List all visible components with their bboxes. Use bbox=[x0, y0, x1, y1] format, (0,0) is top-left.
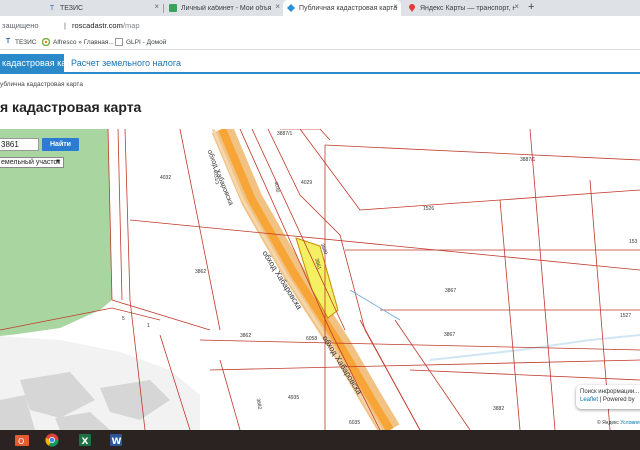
parcel-label: 1526 bbox=[423, 206, 435, 212]
bookmark-alfresco[interactable]: Alfresco » Главная... bbox=[41, 37, 114, 47]
popup-text: Поиск информации... bbox=[580, 389, 640, 395]
svg-text:X: X bbox=[82, 437, 89, 447]
parcel-label: 1527 bbox=[620, 313, 632, 319]
close-icon[interactable]: × bbox=[275, 2, 280, 11]
breadcrumb[interactable]: ублична кадастровая карта bbox=[0, 81, 83, 88]
tab-yandex-maps[interactable]: Яндекс Карты — транспорт, нав... × bbox=[404, 0, 522, 16]
parcel-label: 6035 bbox=[349, 420, 361, 426]
parcel-label: 6058 bbox=[306, 336, 318, 342]
bookmark-glpi[interactable]: GLPI - Домой bbox=[115, 38, 166, 46]
parcel-label: 5 bbox=[122, 316, 125, 322]
parcel-label: 3867 bbox=[444, 332, 456, 338]
page-title: я кадастровая карта bbox=[0, 99, 142, 115]
parcel-label: 3882 bbox=[493, 406, 505, 412]
find-button[interactable]: Найти bbox=[42, 138, 79, 151]
close-icon[interactable]: × bbox=[154, 2, 159, 11]
parcel-label: 3862 bbox=[240, 333, 252, 339]
tezis-icon: T bbox=[49, 4, 55, 12]
parcel-label: 3887/1 bbox=[520, 157, 536, 163]
cabinet-icon bbox=[169, 4, 177, 12]
security-status[interactable]: защищено bbox=[2, 21, 39, 30]
tab-cadastral-map[interactable]: Публичная кадастровая карта × bbox=[283, 0, 401, 16]
chevron-down-icon: ▼ bbox=[55, 159, 61, 165]
new-tab-button[interactable]: + bbox=[528, 1, 534, 13]
tezis-icon: T bbox=[5, 38, 11, 45]
tab-cabinet[interactable]: Личный кабинет - Мои объявл... × bbox=[165, 0, 283, 16]
map-pin-icon bbox=[408, 4, 416, 12]
object-type-select[interactable]: емельный участок ▼ bbox=[0, 157, 64, 168]
tab-label: Публичная кадастровая карта bbox=[299, 4, 398, 12]
svg-text:W: W bbox=[112, 437, 122, 447]
address-bar[interactable]: защищено | roscadastr.com/map bbox=[0, 16, 640, 36]
browser-tab-strip: T ТЕЗИС × Личный кабинет - Мои объявл...… bbox=[0, 0, 640, 16]
os-taskbar: O X W bbox=[0, 430, 640, 450]
svg-text:O: O bbox=[18, 437, 24, 446]
alfresco-icon bbox=[41, 37, 51, 47]
parcel-label: 4029 bbox=[301, 180, 313, 186]
windows-start-icon[interactable]: O bbox=[14, 432, 30, 448]
parcel-label: 4032 bbox=[160, 175, 172, 181]
map-canvas[interactable] bbox=[0, 129, 640, 430]
map-info-popup: Поиск информации... Leaflet | Powered by bbox=[576, 385, 640, 409]
cadastre-icon bbox=[287, 4, 295, 12]
tab-tezis[interactable]: T ТЕЗИС × bbox=[44, 0, 162, 16]
tab-label: ТЕЗИС bbox=[60, 4, 84, 12]
cadastral-map[interactable]: обход Хабаровска обход Хабаровска обход … bbox=[0, 129, 640, 430]
divider: | bbox=[64, 21, 66, 30]
tab-label: Личный кабинет - Мои объявл... bbox=[181, 4, 271, 12]
chrome-icon[interactable] bbox=[44, 432, 60, 448]
bookmark-tezis[interactable]: T ТЕЗИС bbox=[4, 38, 37, 46]
parcel-label: 3867 bbox=[445, 288, 457, 294]
parcel-label: 1 bbox=[147, 323, 150, 329]
parcel-label: 4935 bbox=[288, 395, 300, 401]
nav-item-cadastral-map[interactable]: кадастровая карта bbox=[0, 54, 64, 72]
leaflet-link[interactable]: Leaflet bbox=[580, 397, 598, 403]
nav-underline bbox=[0, 72, 640, 74]
bookmarks-bar: T ТЕЗИС Alfresco » Главная... GLPI - Дом… bbox=[0, 36, 640, 50]
cadastral-number-input[interactable]: 3861 bbox=[0, 138, 39, 151]
word-icon[interactable]: W bbox=[108, 432, 124, 448]
parcel-label: 153 bbox=[629, 239, 638, 245]
nav-item-land-tax[interactable]: Расчет земельного налога bbox=[71, 58, 181, 68]
tab-label: Яндекс Карты — транспорт, нав... bbox=[420, 4, 515, 12]
url-text[interactable]: roscadastr.com/map bbox=[72, 21, 140, 30]
map-attribution: © Яндекс Условия bbox=[597, 420, 640, 426]
terms-link[interactable]: Условия bbox=[620, 420, 639, 426]
parcel-label: 3862 bbox=[195, 269, 207, 275]
close-icon[interactable]: × bbox=[514, 2, 519, 11]
parcel-label: 3887/1 bbox=[277, 131, 293, 137]
close-icon[interactable]: × bbox=[393, 2, 398, 11]
excel-icon[interactable]: X bbox=[77, 432, 93, 448]
glpi-icon bbox=[115, 38, 123, 46]
